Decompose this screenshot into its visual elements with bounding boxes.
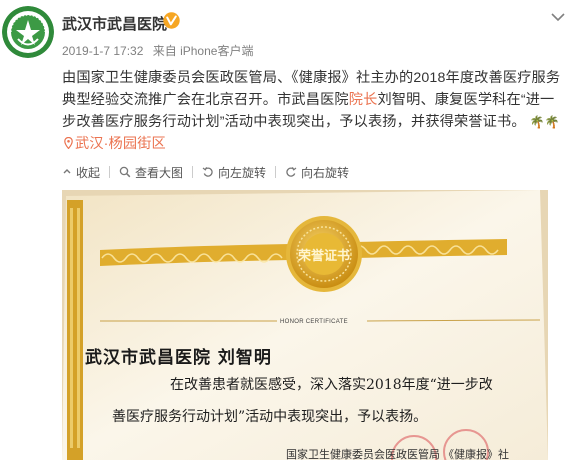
location-pin-icon [64, 136, 73, 150]
post-source: 来自 iPhone客户端 [152, 44, 254, 58]
certificate-recipient: 武汉市武昌医院 刘智明 [85, 348, 272, 368]
location-link[interactable]: 武汉·杨园街区 [62, 136, 166, 152]
post-text: 由国家卫生健康委员会医政医管局、《健康报》社主办的2018年度改善医疗服务典型经… [62, 70, 561, 152]
collapse-icon [63, 169, 71, 174]
divider [192, 166, 194, 178]
certificate-body-line-2: 善医疗服务行动计划”活动中表现突出，予以表扬。 [112, 409, 428, 425]
rotate-right-button[interactable]: 向右旋转 [285, 164, 349, 181]
divider [109, 166, 111, 178]
view-large-button[interactable]: 查看大图 [119, 164, 183, 181]
keyword-link[interactable]: 院长 [349, 92, 378, 108]
rotate-right-icon [286, 167, 297, 177]
certificate-body-line-1: 在改善患者就医感受，深入落实2018年度“进一步改 [170, 377, 493, 393]
verified-icon [163, 12, 180, 29]
search-icon [119, 166, 131, 178]
chevron-down-icon[interactable] [548, 10, 568, 24]
post-time[interactable]: 2019-1-7 17:32 [62, 44, 143, 58]
avatar[interactable] [2, 6, 54, 58]
seal-text: 荣誉证书 [297, 248, 350, 264]
user-name[interactable]: 武汉市武昌医院 [62, 13, 167, 34]
image-toolbar: 收起 查看大图 向左旋转 向右旋转 [62, 162, 349, 182]
collapse-button[interactable]: 收起 [62, 164, 100, 181]
post-meta: 2019-1-7 17:32 来自 iPhone客户端 [62, 42, 259, 59]
rotate-left-icon [202, 167, 213, 177]
post-header: 武汉市武昌医院 2019-1-7 17:32 来自 iPhone客户端 [0, 0, 582, 62]
divider [275, 166, 277, 178]
palm-tree-emoji-icon: 🌴🌴 [529, 115, 560, 129]
honor-certificate-label: HONOR CERTIFICATE [280, 319, 348, 325]
rotate-left-button[interactable]: 向左旋转 [202, 164, 266, 181]
certificate-issuer: 国家卫生健康委员会医政医管局 《健康报》社 [286, 449, 510, 460]
